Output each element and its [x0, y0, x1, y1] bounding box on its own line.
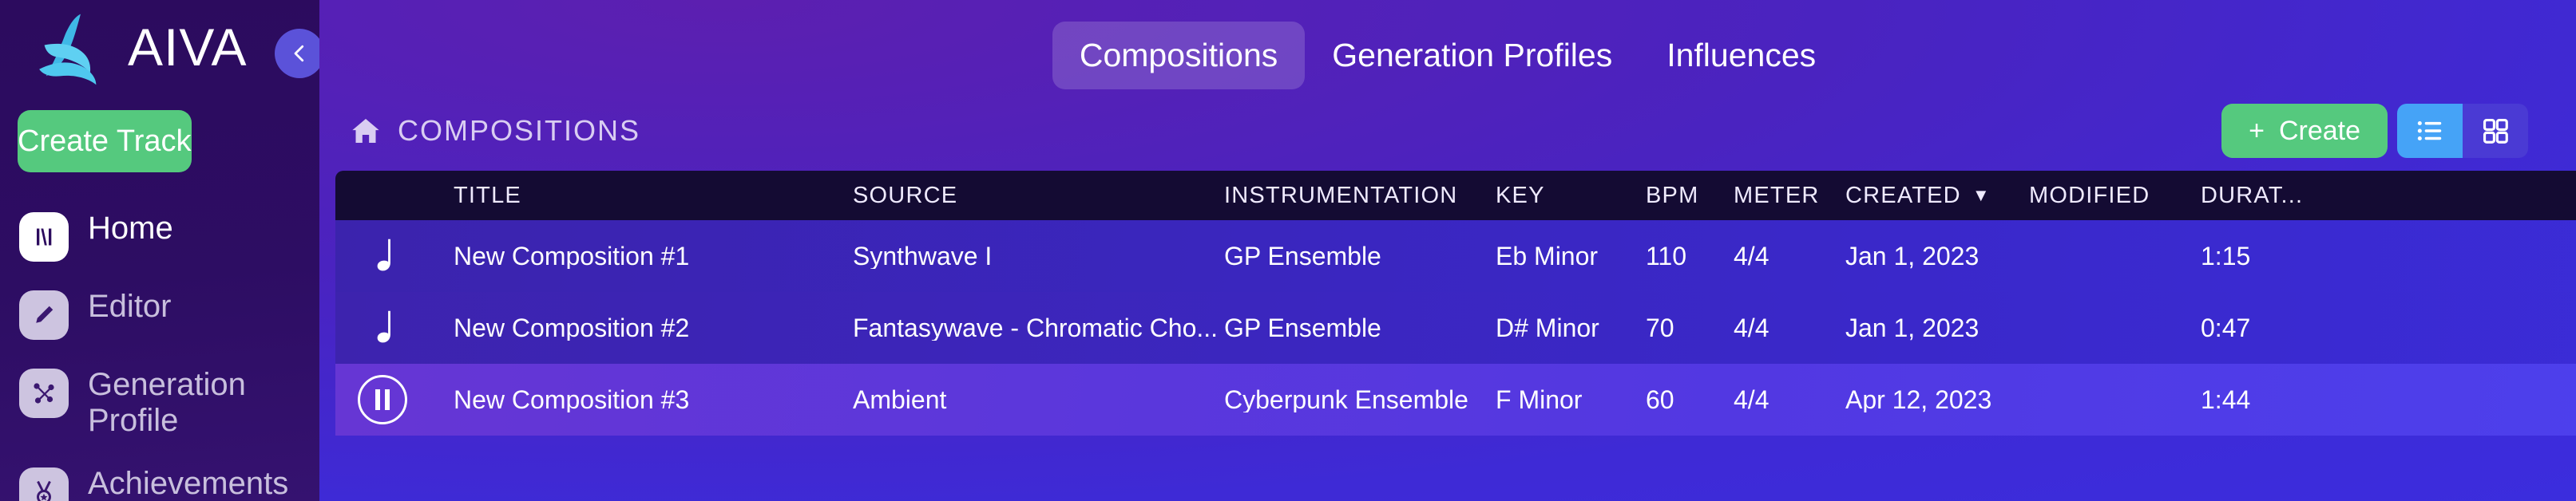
cell-instrumentation: GP Ensemble: [1224, 315, 1381, 341]
medal-icon: [19, 467, 69, 501]
view-toggle-group: [2397, 104, 2528, 158]
tab-compositions[interactable]: Compositions: [1052, 21, 1306, 89]
home-waveform-icon: [19, 212, 69, 262]
grid-view-icon: [2483, 118, 2508, 144]
cell-title: New Composition #2: [454, 315, 690, 341]
chevron-left-icon: [294, 45, 304, 62]
sidebar-item-editor[interactable]: Editor: [0, 289, 319, 340]
brand-name: AIVA: [128, 18, 248, 77]
grid-view-button[interactable]: [2463, 104, 2528, 158]
sidebar-item-generation-profile[interactable]: Generation Profile: [0, 367, 319, 439]
th-key[interactable]: KEY: [1496, 183, 1646, 207]
cell-title: New Composition #3: [454, 387, 690, 412]
cell-bpm: 110: [1646, 243, 1687, 269]
th-bpm[interactable]: BPM: [1646, 183, 1734, 207]
tab-influences[interactable]: Influences: [1639, 22, 1843, 89]
cell-created: Jan 1, 2023: [1845, 315, 1980, 341]
home-icon: [350, 115, 382, 147]
sort-descending-icon: ▼: [1972, 185, 1991, 205]
cell-key: Eb Minor: [1496, 243, 1599, 269]
nodes-icon: [19, 369, 69, 418]
cell-meter: 4/4: [1734, 315, 1770, 341]
table-header-row: TITLE SOURCE INSTRUMENTATION KEY BPM MET…: [335, 171, 2576, 220]
cell-key: D# Minor: [1496, 315, 1599, 341]
plus-icon: +: [2249, 116, 2265, 146]
pause-icon: [358, 375, 407, 424]
th-created[interactable]: CREATED ▼: [1845, 182, 2029, 208]
table-row[interactable]: New Composition #3 Ambient Cyberpunk Ens…: [335, 364, 2576, 436]
list-view-button[interactable]: [2397, 104, 2463, 158]
brand: AIVA: [0, 0, 319, 94]
cell-duration: 1:44: [2201, 387, 2251, 412]
play-button[interactable]: [335, 306, 430, 349]
cell-created: Apr 12, 2023: [1845, 387, 1992, 412]
cell-key: F Minor: [1496, 387, 1583, 412]
cell-instrumentation: GP Ensemble: [1224, 243, 1381, 269]
cell-source: Ambient: [853, 387, 947, 412]
create-button-label: Create: [2278, 116, 2360, 146]
sidebar-item-label: Home: [88, 211, 173, 246]
sidebar-item-label: Achievements: [88, 465, 289, 501]
sidebar: AIVA Create Track Home Editor Generation…: [0, 0, 319, 501]
aiva-swirl-logo-icon: [27, 7, 113, 87]
cell-source: Synthwave I: [853, 243, 993, 269]
cell-meter: 4/4: [1734, 243, 1770, 269]
cell-title: New Composition #1: [454, 243, 690, 269]
play-button[interactable]: [335, 235, 430, 278]
cell-bpm: 60: [1646, 387, 1674, 412]
cell-bpm: 70: [1646, 315, 1674, 341]
th-source[interactable]: SOURCE: [853, 183, 1224, 207]
compositions-table: TITLE SOURCE INSTRUMENTATION KEY BPM MET…: [335, 171, 2576, 501]
create-button[interactable]: + Create: [2221, 104, 2388, 158]
sidebar-nav: Home Editor Generation Profile Achieveme…: [0, 211, 319, 501]
row-actions: [2416, 237, 2576, 275]
list-view-icon: [2417, 120, 2442, 141]
pause-button[interactable]: [335, 375, 430, 424]
th-title[interactable]: TITLE: [430, 183, 853, 207]
sidebar-item-achievements[interactable]: Achievements: [0, 466, 319, 501]
row-actions: [2416, 381, 2576, 419]
table-row[interactable]: New Composition #1 Synthwave I GP Ensemb…: [335, 220, 2576, 292]
sub-header: COMPOSITIONS + Create: [319, 93, 2576, 169]
cell-source: Fantasywave - Chromatic Cho...: [853, 315, 1219, 341]
th-meter[interactable]: METER: [1734, 183, 1845, 207]
breadcrumb-label: COMPOSITIONS: [398, 114, 641, 147]
sidebar-item-label: Editor: [88, 289, 172, 324]
th-modified[interactable]: MODIFIED: [2029, 183, 2201, 207]
table-row[interactable]: New Composition #2 Fantasywave - Chromat…: [335, 292, 2576, 364]
cell-meter: 4/4: [1734, 387, 1770, 412]
cell-duration: 0:47: [2201, 315, 2251, 341]
main-content: Compositions Generation Profiles Influen…: [319, 0, 2576, 501]
sidebar-item-label: Generation Profile: [88, 367, 246, 438]
tab-generation-profiles[interactable]: Generation Profiles: [1305, 22, 1639, 89]
toolbar-right: + Create: [2221, 104, 2528, 158]
create-track-button[interactable]: Create Track: [18, 110, 192, 172]
th-duration[interactable]: DURAT...: [2201, 183, 2416, 207]
music-note-icon: [377, 310, 390, 343]
pencil-icon: [19, 290, 69, 340]
cell-created: Jan 1, 2023: [1845, 243, 1980, 269]
cell-duration: 1:15: [2201, 243, 2251, 269]
row-actions: [2416, 309, 2576, 347]
th-created-label: CREATED: [1845, 182, 1961, 208]
app-root: AIVA Create Track Home Editor Generation…: [0, 0, 2576, 501]
cell-instrumentation: Cyberpunk Ensemble: [1224, 387, 1468, 412]
sidebar-collapse-button[interactable]: [275, 29, 319, 78]
breadcrumb[interactable]: COMPOSITIONS: [350, 115, 640, 147]
music-note-icon: [377, 239, 390, 271]
th-instrumentation[interactable]: INSTRUMENTATION: [1224, 183, 1496, 207]
sidebar-item-home[interactable]: Home: [0, 211, 319, 262]
